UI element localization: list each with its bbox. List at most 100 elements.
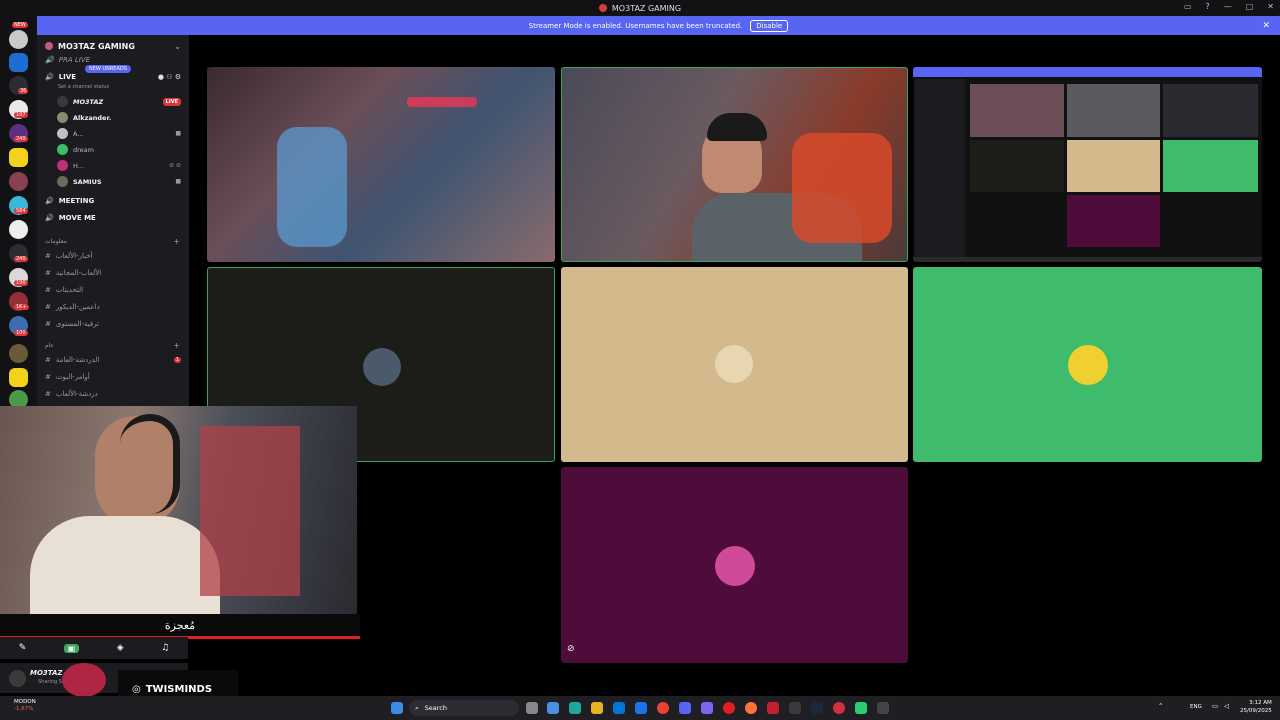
text-channel[interactable]: # أخبار-الألعاب <box>45 252 92 260</box>
app-icon[interactable] <box>877 702 889 714</box>
store-icon[interactable] <box>613 702 625 714</box>
clock-time: 3:12 AM <box>1249 700 1272 706</box>
gear-icon[interactable]: ⚙ <box>175 73 181 81</box>
screen-share-icon[interactable]: ▣ <box>63 643 80 653</box>
disable-streamer-mode-button[interactable]: Disable <box>750 19 789 32</box>
firefox-icon[interactable] <box>745 702 757 714</box>
taskbar-search[interactable]: ⌕ Search <box>409 700 519 716</box>
mini-tile <box>1067 195 1160 247</box>
channel-label: PRA LIVE <box>58 56 90 64</box>
text-channel[interactable]: # أوامر-البوت <box>45 373 90 381</box>
chevron-down-icon[interactable]: ⌄ <box>174 42 181 51</box>
text-channel[interactable]: # الألعاب-المجانية <box>45 269 101 277</box>
app-icon[interactable] <box>767 702 779 714</box>
stock-widget[interactable]: MODON -1.67% <box>14 699 36 713</box>
plus-icon[interactable]: + <box>173 341 180 350</box>
chat-icon[interactable]: ● <box>158 73 164 81</box>
window-title: MO3TAZ GAMING <box>611 3 682 13</box>
server-icon[interactable] <box>9 220 28 239</box>
category-label: عام <box>45 342 55 349</box>
video-tile-screenshare[interactable] <box>913 67 1262 262</box>
tray-chevron-icon[interactable]: ⌃ <box>1158 702 1163 710</box>
chrome-icon[interactable] <box>657 702 669 714</box>
banner-close-icon[interactable]: ✕ <box>1262 21 1270 31</box>
channel-live[interactable]: 🔊 LIVE <box>45 73 76 81</box>
text-channel[interactable]: # الدردشة-العامة <box>45 356 99 364</box>
server-icon[interactable] <box>9 344 28 363</box>
voice-user[interactable]: A... <box>57 128 84 139</box>
plus-icon[interactable]: + <box>173 237 180 246</box>
instagram-label: TWISMINDS <box>145 683 213 695</box>
video-tile-room[interactable] <box>207 67 555 262</box>
file-explorer-icon[interactable] <box>591 702 603 714</box>
text-channel[interactable]: # دردشة-الألعاب <box>45 390 98 398</box>
voice-user[interactable]: MO3TAZ <box>57 96 103 107</box>
windows-start-icon[interactable] <box>391 702 403 714</box>
channel-status[interactable]: Set a channel status <box>58 84 109 90</box>
gaming-chair <box>792 133 892 243</box>
video-tile-streamer[interactable] <box>561 67 908 262</box>
person-body <box>30 516 220 614</box>
clock[interactable]: 3:12 AM 25/09/2025 <box>1240 699 1272 715</box>
category-header[interactable]: عام <box>45 342 54 349</box>
teams-icon[interactable] <box>701 702 713 714</box>
video-tile-avatar[interactable] <box>913 267 1262 462</box>
monitor-icon[interactable]: ▭ <box>1184 2 1192 11</box>
volume-icon[interactable]: ◁ <box>1224 702 1229 710</box>
voice-user[interactable]: dream <box>57 144 94 155</box>
language-indicator[interactable]: ENG <box>1190 704 1202 710</box>
windows-taskbar: MODON -1.67% ⌕ Search ⌃ ENG ▭ ◁ 3:12 AM … <box>0 696 1280 720</box>
server-header[interactable]: MO3TAZ GAMING ⌄ <box>37 35 189 57</box>
mic-mute-icon: ⊘ <box>567 644 575 654</box>
server-icon[interactable] <box>9 30 28 49</box>
server-icon[interactable] <box>9 53 28 72</box>
activity-icon[interactable]: ◈ <box>117 643 124 653</box>
steam-icon[interactable] <box>811 702 823 714</box>
text-channel[interactable]: # التحديثات <box>45 286 83 294</box>
channel-pra-live[interactable]: 🔊 PRA LIVE <box>45 56 90 64</box>
avatar[interactable] <box>9 670 26 687</box>
avatar <box>57 160 68 171</box>
help-icon[interactable]: ? <box>1205 2 1209 11</box>
video-tile-avatar[interactable]: ⊘ <box>561 467 908 663</box>
mini-tile <box>1067 140 1160 192</box>
add-member-icon[interactable]: ⚇ <box>166 73 172 81</box>
avatar <box>57 112 68 123</box>
maximize-icon[interactable]: □ <box>1246 2 1254 11</box>
server-icon[interactable] <box>9 148 28 167</box>
app-icon[interactable] <box>855 702 867 714</box>
channel-move-me[interactable]: 🔊 MOVE ME <box>45 214 96 222</box>
video-tile-avatar[interactable] <box>561 267 908 462</box>
gaming-chair <box>277 127 347 247</box>
neon-light <box>407 97 477 107</box>
user-name: MO3TAZ <box>30 669 63 677</box>
text-channel[interactable]: # داعمين-الديكور <box>45 303 100 311</box>
task-view-icon[interactable] <box>526 702 538 714</box>
network-icon[interactable]: ▭ <box>1212 702 1218 710</box>
channel-meeting[interactable]: 🔊 MEETING <box>45 197 94 205</box>
edge-icon[interactable] <box>569 702 581 714</box>
discord-icon[interactable] <box>679 702 691 714</box>
voice-user[interactable]: Alkzander. <box>57 112 111 123</box>
voice-user[interactable]: SAMIUS <box>57 176 102 187</box>
category-label: معلومات <box>45 238 67 245</box>
text-channel[interactable]: # ترقية-المستوى <box>45 320 99 328</box>
soundboard-icon[interactable]: ♫ <box>161 643 169 653</box>
camera-off-icon[interactable]: ✎ <box>19 643 27 653</box>
category-header[interactable]: معلومات <box>45 238 67 245</box>
close-icon[interactable]: ✕ <box>1267 2 1274 11</box>
new-unreads-pill[interactable]: NEW UNREADS <box>85 65 131 73</box>
mini-tile <box>1067 84 1160 137</box>
speaker-icon: 🔊 <box>45 73 54 81</box>
server-icon[interactable] <box>9 368 28 387</box>
opera-icon[interactable] <box>723 702 735 714</box>
copilot-icon[interactable] <box>547 702 559 714</box>
channel-label: MEETING <box>58 197 95 205</box>
voice-user[interactable]: H... <box>57 160 84 171</box>
minimize-icon[interactable]: — <box>1224 2 1232 11</box>
app-icon[interactable] <box>833 702 845 714</box>
outlook-icon[interactable] <box>635 702 647 714</box>
xbox-icon[interactable] <box>789 702 801 714</box>
server-name: MO3TAZ GAMING <box>58 41 135 51</box>
server-icon[interactable] <box>9 172 28 191</box>
